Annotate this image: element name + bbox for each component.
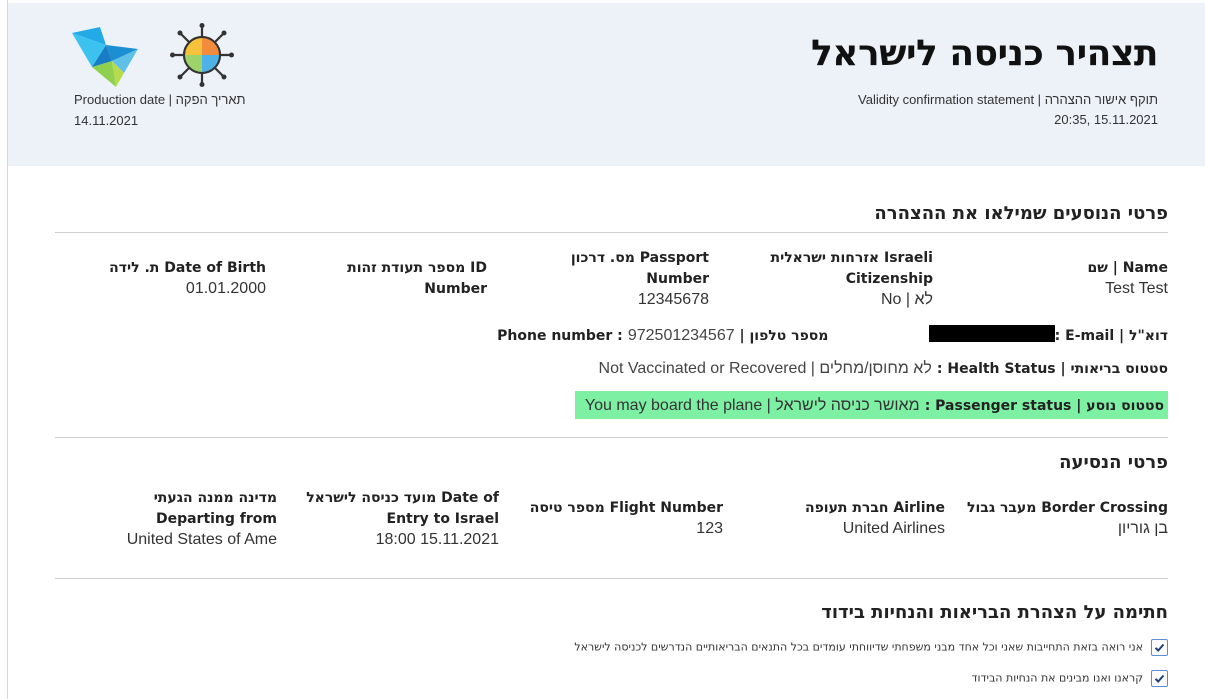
airline-value: United Airlines [842, 520, 945, 537]
passport-value: 12345678 [637, 291, 709, 308]
production-date-label: Production date | תאריך הפקה [74, 92, 246, 107]
passenger-status-value: מאושר כניסה לישראל | You may board the p… [584, 397, 920, 414]
email-label: דוא"ל | E-mail : [1054, 328, 1168, 344]
passenger-status-label: סטטוס נוסע | Passenger status : [924, 398, 1164, 414]
flight-number-field: מספר טיסה Flight Number 123 [503, 498, 723, 538]
declaration-item: אני רואה בזאת התחייבות שאני וכל אחד מבני… [574, 639, 1168, 656]
declaration-checkbox[interactable] [1151, 670, 1168, 687]
dob-value: 01.01.2000 [185, 280, 266, 297]
declaration-section-title: חתימה על הצהרת הבריאות והנחיות בידוד [821, 602, 1168, 623]
name-label: שם | Name [1087, 260, 1168, 276]
passenger-status-banner: סטטוס נוסע | Passenger status : מאושר כנ… [575, 391, 1168, 419]
entry-date-label-2: Entry to Israel [386, 511, 500, 527]
divider [55, 437, 1168, 438]
divider [55, 578, 1168, 579]
name-field: שם | Name Test Test [988, 258, 1168, 298]
flight-number-label: מספר טיסה Flight Number [529, 500, 723, 516]
redaction-bar [928, 325, 1055, 342]
health-label: סטטוס בריאותי | Health Status : [936, 361, 1168, 377]
dob-label: ת. לידה Date of Birth [109, 260, 266, 276]
virus-logo-icon [170, 23, 234, 87]
declaration-text: קראנו ואנו מבינים את הנחיות הבידוד [971, 671, 1143, 685]
flight-number-value: 123 [696, 520, 723, 537]
dob-field: ת. לידה Date of Birth 01.01.2000 [66, 258, 266, 298]
production-date-value: 14.11.2021 [74, 113, 139, 128]
id-number-label: מספר תעודת זהות ID [347, 260, 487, 276]
health-row: סטטוס בריאותי | Health Status : לא מחוסן… [599, 358, 1168, 378]
citizenship-value: No | לא [880, 291, 933, 308]
id-number-label-2: Number [424, 281, 487, 297]
citizenship-field: אזרחות ישראלית Israeli Citizenship No | … [733, 248, 933, 309]
document-header: תצהיר כניסה לישראל Validity confirmation… [8, 3, 1205, 166]
declaration-item: קראנו ואנו מבינים את הנחיות הבידוד [971, 670, 1168, 687]
entry-date-value: 18:00 15.11.2021 [375, 531, 499, 548]
citizenship-label: אזרחות ישראלית Israeli [770, 250, 933, 266]
border-crossing-field: מעבר גבול Border Crossing בן גוריון [948, 498, 1168, 538]
validity-label: Validity confirmation statement | תוקף א… [858, 92, 1158, 107]
departing-from-label-2: Departing from [155, 511, 277, 527]
airline-label: חברת תעופה Airline [804, 500, 945, 516]
name-value: Test Test [1105, 280, 1168, 297]
trip-section-title: פרטי הנסיעה [1059, 452, 1168, 473]
validity-value: 20:35, 15.11.2021 [1054, 112, 1158, 127]
page-title: תצהיר כניסה לישראל [810, 33, 1159, 74]
departing-from-label: מדינה ממנה הגעתי [153, 490, 277, 506]
checkmark-icon [1154, 674, 1165, 683]
passport-label: מס. דרכון Passport [570, 250, 709, 266]
page-edge [0, 0, 8, 699]
entry-date-field: מועד כניסה לישראל Date of Entry to Israe… [279, 488, 499, 549]
declaration-checkbox[interactable] [1151, 639, 1168, 656]
airline-field: חברת תעופה Airline United Airlines [745, 498, 945, 538]
passport-label-2: Number [646, 271, 709, 287]
departing-from-field: מדינה ממנה הגעתי Departing from United S… [57, 488, 277, 549]
passengers-section-title: פרטי הנוסעים שמילאו את ההצהרה [874, 203, 1168, 224]
border-crossing-value: בן גוריון [1117, 520, 1168, 537]
departing-from-value: United States of Ame [126, 531, 277, 548]
phone-value: 972501234567 [627, 327, 735, 344]
checkmark-icon [1154, 643, 1165, 652]
email-row: דוא"ל | E-mail : מספר טלפון | Phone numb… [497, 325, 1168, 345]
entry-date-label: מועד כניסה לישראל Date of [306, 490, 499, 506]
passport-field: מס. דרכון Passport Number 12345678 [509, 248, 709, 309]
divider [55, 232, 1168, 233]
border-crossing-label: מעבר גבול Border Crossing [967, 500, 1168, 516]
citizenship-label-2: Citizenship [845, 271, 933, 287]
id-number-field: מספר תעודת זהות ID Number [287, 258, 487, 300]
declaration-text: אני רואה בזאת התחייבות שאני וכל אחד מבני… [574, 640, 1143, 654]
star-logo-icon [72, 27, 138, 87]
health-value: לא מחוסן/מחלים | Not Vaccinated or Recov… [598, 360, 932, 377]
